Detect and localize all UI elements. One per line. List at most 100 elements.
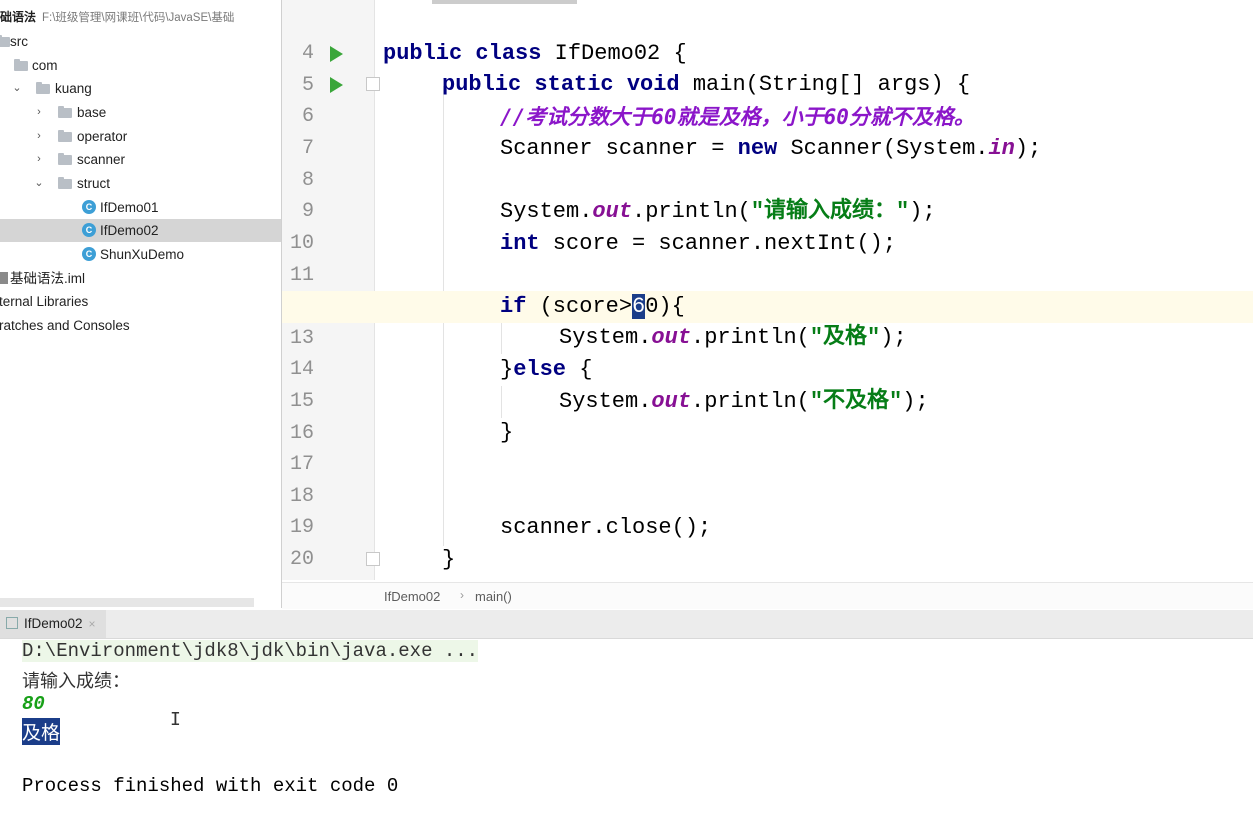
code-text: } (500, 420, 514, 445)
tree-item-src[interactable]: src (0, 30, 281, 53)
class-icon: C (82, 200, 96, 214)
code-line-4: 4 (282, 6, 1253, 65)
tree-item-label: src (10, 34, 28, 49)
run-tab-label: IfDemo02 (24, 616, 83, 631)
tree-item-label: struct (77, 176, 111, 191)
code-line-16: 16 System.out.println("不及格"); (282, 386, 1253, 445)
project-root-path: F:\班级管理\网课班\代码\JavaSE\基础 (42, 12, 235, 24)
tree-item-label: ternal Libraries (0, 294, 89, 309)
project-horizontal-scrollbar[interactable] (0, 598, 254, 607)
code-text: }else { (500, 357, 593, 382)
code-line-12: 12 (282, 259, 1253, 318)
code-text: public static void main(String[] args) { (442, 72, 971, 97)
console-exit-message: Process finished with exit code 0 (22, 775, 399, 797)
tree-item-iml[interactable]: 基础语法.iml (0, 267, 281, 290)
project-root-name: 础语法 (0, 10, 37, 24)
tree-item-ifdemo02[interactable]: C IfDemo02 (0, 219, 281, 242)
class-icon: C (82, 247, 96, 261)
folder-icon (36, 82, 50, 94)
code-text: scanner.close(); (500, 515, 712, 540)
tree-item-com[interactable]: com (0, 54, 281, 77)
run-class-icon[interactable] (330, 46, 343, 62)
folder-icon (58, 177, 72, 189)
tree-item-label: com (32, 58, 58, 73)
console-prompt: 请输入成绩： (22, 671, 130, 692)
folder-icon (58, 153, 72, 165)
run-config-icon (6, 617, 18, 629)
chevron-right-icon[interactable]: › (34, 125, 44, 148)
chevron-down-icon[interactable]: ⌄ (12, 77, 22, 100)
code-line-11: 11 int score = scanner.nextInt(); (282, 228, 1253, 287)
breadcrumb-separator: › (460, 588, 464, 602)
code-text: } (442, 547, 456, 572)
run-tool-window: IfDemo02 × D:\Environment\jdk8\jdk\bin\ja… (0, 610, 1253, 818)
tree-item-ifdemo01[interactable]: C IfDemo01 (0, 196, 281, 219)
code-line-19: 19 (282, 480, 1253, 539)
tree-item-scanner[interactable]: › scanner (0, 148, 281, 171)
code-text: System.out.println("请输入成绩："); (500, 199, 936, 224)
tree-item-label: operator (77, 129, 128, 144)
folder-icon (58, 106, 72, 118)
code-line-20: 20 scanner.close(); (282, 512, 1253, 571)
code-line-17: 17 } (282, 417, 1253, 476)
code-line-13: 13 if (score>60){ (282, 291, 1253, 350)
tree-item-label: 基础语法.iml (10, 271, 85, 286)
folder-icon (0, 35, 10, 47)
tree-item-label: ShunXuDemo (100, 247, 185, 262)
close-icon[interactable]: × (89, 617, 96, 631)
tree-item-label: kuang (55, 81, 92, 96)
tree-item-kuang[interactable]: ⌄ kuang (0, 77, 281, 100)
code-line-15: 15 }else { (282, 354, 1253, 413)
code-text: System.out.println("不及格"); (559, 389, 929, 414)
code-line-10: 10 System.out.println("请输入成绩："); (282, 196, 1253, 255)
console-user-input: 80 (22, 693, 45, 715)
fold-icon[interactable] (366, 552, 380, 566)
project-root-header[interactable]: 础语法 F:\班级管理\网课班\代码\JavaSE\基础 (0, 8, 234, 28)
caret-selection: 6 (632, 294, 646, 319)
code-text: int score = scanner.nextInt(); (500, 231, 897, 256)
folder-icon (14, 59, 28, 71)
code-line-8: 8 Scanner scanner = new Scanner(System.i… (282, 133, 1253, 192)
tree-item-label: IfDemo01 (100, 200, 159, 215)
tree-item-label: IfDemo02 (100, 223, 159, 238)
editor-breadcrumb: IfDemo02 › main() (282, 582, 1253, 609)
code-editor[interactable]: 4 5 public class IfDemo02 { 6 public sta… (281, 0, 1253, 609)
code-line-21: 21 } (282, 544, 1253, 603)
chevron-right-icon[interactable]: › (34, 148, 44, 171)
code-text: if (score>60){ (500, 294, 685, 319)
code-comment: //考试分数大于60就是及格，小于60分就不及格。 (500, 105, 975, 129)
run-method-icon[interactable] (330, 77, 343, 93)
code-line-5: 5 public class IfDemo02 { (282, 38, 1253, 97)
tree-item-label: scanner (77, 152, 126, 167)
run-tab-ifdemo02[interactable]: IfDemo02 × (0, 610, 106, 638)
code-line-9: 9 (282, 164, 1253, 223)
breadcrumb-method[interactable]: main() (475, 589, 512, 604)
code-line-7: 7 //考试分数大于60就是及格，小于60分就不及格。 (282, 101, 1253, 160)
tree-item-external-libraries[interactable]: ternal Libraries (0, 290, 281, 313)
tree-item-scratches[interactable]: ratches and Consoles (0, 314, 281, 337)
code-line-14: 14 System.out.println("及格"); (282, 322, 1253, 381)
tree-item-label: ratches and Consoles (0, 318, 130, 333)
tree-item-label: base (77, 105, 107, 120)
tree-item-base[interactable]: › base (0, 101, 281, 124)
text-cursor-icon: I (170, 709, 181, 730)
chevron-down-icon[interactable]: ⌄ (34, 172, 44, 195)
tree-item-struct[interactable]: ⌄ struct (0, 172, 281, 195)
class-icon: C (82, 223, 96, 237)
editor-tab-strip[interactable] (432, 0, 577, 4)
project-panel: 础语法 F:\班级管理\网课班\代码\JavaSE\基础 src com ⌄ ku… (0, 0, 281, 608)
code-text: System.out.println("及格"); (559, 325, 907, 350)
code-line-6: 6 public static void main(String[] args)… (282, 69, 1253, 128)
code-text: Scanner scanner = new Scanner(System.in)… (500, 136, 1042, 161)
run-tab-bar: IfDemo02 × (0, 610, 1253, 639)
file-icon (0, 272, 8, 284)
console-output-selected[interactable]: 及格 (22, 718, 61, 745)
tree-item-shunxudemo[interactable]: C ShunXuDemo (0, 243, 281, 266)
code-line-18: 18 (282, 449, 1253, 508)
breadcrumb-class[interactable]: IfDemo02 (384, 589, 440, 604)
chevron-right-icon[interactable]: › (34, 101, 44, 124)
console-command-line: D:\Environment\jdk8\jdk\bin\java.exe ... (22, 640, 479, 662)
tree-item-operator[interactable]: › operator (0, 125, 281, 148)
fold-icon[interactable] (366, 77, 380, 91)
folder-icon (58, 130, 72, 142)
